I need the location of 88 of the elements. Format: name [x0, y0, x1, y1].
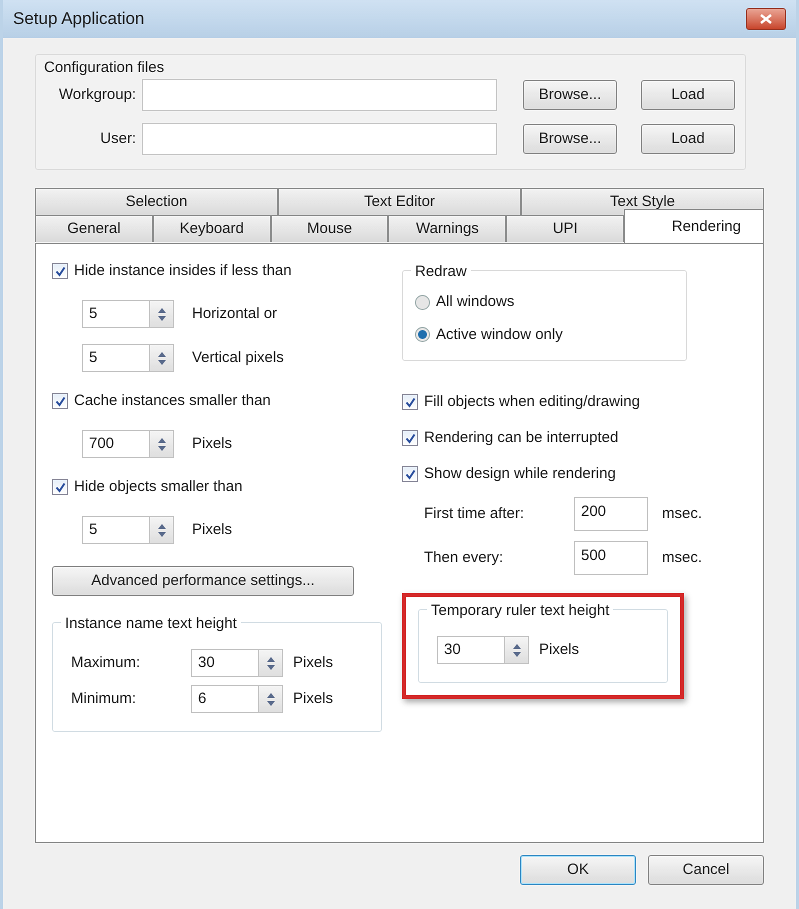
- field-label: Maximum:: [71, 652, 142, 673]
- window-title: Setup Application: [13, 8, 144, 30]
- tab[interactable]: Mouse: [270, 215, 388, 242]
- checkbox-label[interactable]: Hide objects smaller than: [74, 476, 242, 498]
- radio-label[interactable]: All windows: [436, 291, 514, 314]
- down-arrow-icon: [158, 532, 166, 536]
- unit-label: msec.: [662, 504, 702, 524]
- field-label: User:: [99, 128, 138, 149]
- up-arrow-icon: [266, 692, 274, 698]
- tab[interactable]: Selection: [35, 188, 278, 215]
- load-button[interactable]: Load: [641, 80, 735, 110]
- tab[interactable]: Rendering: [624, 209, 764, 243]
- group-title: Configuration files: [44, 58, 164, 78]
- down-arrow-icon: [158, 316, 166, 320]
- tab[interactable]: General: [35, 215, 153, 242]
- up-arrow-icon: [512, 644, 520, 648]
- number-field[interactable]: 5: [82, 300, 150, 328]
- field-label: Minimum:: [71, 688, 138, 709]
- ok-button[interactable]: OK: [520, 855, 636, 885]
- input-field[interactable]: [142, 79, 497, 111]
- checkmark-icon: [54, 266, 66, 276]
- checkmark-icon: [54, 396, 66, 406]
- number-field[interactable]: 6: [191, 685, 259, 713]
- down-arrow-icon: [158, 360, 166, 364]
- unit-label: Pixels: [539, 640, 580, 660]
- browse-button[interactable]: Browse...: [523, 80, 617, 110]
- number-field[interactable]: 30: [191, 649, 259, 677]
- spin-button[interactable]: [150, 516, 174, 544]
- checkbox-label[interactable]: Fill objects when editing/drawing: [424, 390, 640, 414]
- unit-label: Pixels: [293, 652, 334, 673]
- checkmark-icon: [404, 432, 416, 444]
- spin-button[interactable]: [150, 430, 174, 458]
- radio-button[interactable]: [415, 327, 430, 342]
- number-field[interactable]: 500: [574, 541, 648, 575]
- number-field[interactable]: 200: [574, 497, 648, 531]
- up-arrow-icon: [158, 438, 166, 442]
- close-button[interactable]: [746, 8, 786, 30]
- up-arrow-icon: [158, 352, 166, 356]
- down-arrow-icon: [512, 652, 520, 656]
- spin-button[interactable]: [259, 685, 283, 713]
- load-button[interactable]: Load: [641, 124, 735, 154]
- down-arrow-icon: [266, 700, 274, 706]
- field-label: Workgroup:: [58, 84, 138, 105]
- up-arrow-icon: [158, 524, 166, 528]
- advanced-settings-button[interactable]: Advanced performance settings...: [52, 566, 354, 596]
- spin-button[interactable]: [150, 344, 174, 372]
- checkbox[interactable]: [52, 479, 68, 495]
- field-label: First time after:: [424, 504, 526, 524]
- number-field[interactable]: 5: [82, 516, 150, 544]
- cancel-button[interactable]: Cancel: [648, 855, 764, 885]
- spin-button[interactable]: [505, 636, 529, 664]
- checkmark-icon: [404, 396, 416, 408]
- number-field[interactable]: 30: [437, 636, 505, 664]
- checkbox[interactable]: [52, 393, 68, 409]
- down-arrow-icon: [266, 664, 274, 670]
- tab[interactable]: Text Editor: [278, 188, 521, 215]
- checkmark-icon: [54, 482, 66, 492]
- checkbox[interactable]: [402, 466, 418, 482]
- number-field[interactable]: 700: [82, 430, 150, 458]
- input-field[interactable]: [142, 123, 497, 155]
- checkbox-label[interactable]: Rendering can be interrupted: [424, 426, 618, 450]
- up-arrow-icon: [266, 656, 274, 662]
- up-arrow-icon: [158, 308, 166, 312]
- checkbox[interactable]: [52, 263, 68, 279]
- checkbox-label[interactable]: Cache instances smaller than: [74, 390, 271, 412]
- checkbox[interactable]: [402, 394, 418, 410]
- spin-button[interactable]: [259, 649, 283, 677]
- unit-label: Pixels: [192, 520, 232, 540]
- radio-label[interactable]: Active window only: [436, 324, 563, 346]
- checkbox-label[interactable]: Hide instance insides if less than: [74, 260, 292, 282]
- tab[interactable]: Warnings: [388, 215, 506, 242]
- checkbox[interactable]: [402, 430, 418, 446]
- close-icon: [760, 14, 772, 24]
- field-label: Then every:: [424, 548, 504, 568]
- tab[interactable]: UPI: [506, 215, 624, 242]
- unit-label: Pixels: [293, 688, 334, 709]
- unit-label: Horizontal or: [192, 304, 278, 324]
- number-field[interactable]: 5: [82, 344, 150, 372]
- tab[interactable]: Keyboard: [152, 215, 271, 242]
- radio-button[interactable]: [415, 294, 430, 310]
- checkbox-label[interactable]: Show design while rendering: [424, 462, 616, 486]
- unit-label: Pixels: [192, 434, 232, 454]
- down-arrow-icon: [158, 446, 166, 450]
- checkmark-icon: [404, 468, 416, 480]
- unit-label: msec.: [662, 548, 702, 568]
- unit-label: Vertical pixels: [192, 348, 284, 368]
- spin-button[interactable]: [150, 300, 174, 328]
- browse-button[interactable]: Browse...: [523, 124, 617, 154]
